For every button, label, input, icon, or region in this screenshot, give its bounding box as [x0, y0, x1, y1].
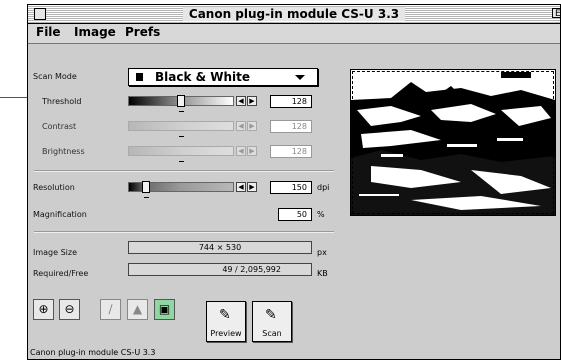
zoom-out-icon[interactable]: ⊖	[59, 299, 80, 320]
resolution-slider[interactable]	[128, 181, 234, 193]
preview-button-label: Preview	[210, 329, 242, 338]
image-size-value: 744 × 530	[128, 241, 312, 254]
contrast-label: Contrast	[42, 122, 77, 131]
required-free-value: 49 / 2,095,992	[128, 263, 312, 276]
scan-button-label: Scan	[262, 329, 282, 338]
brightness-decrease-button[interactable]: ◀	[236, 146, 246, 156]
zoom-in-icon[interactable]: ⊕	[33, 299, 54, 320]
scan-mode-popup[interactable]: Black & White	[128, 68, 318, 86]
resolution-arrows: ◀ ▶	[236, 182, 258, 192]
threshold-field[interactable]: 128	[270, 95, 312, 108]
magnification-label: Magnification	[33, 210, 87, 219]
resolution-label: Resolution	[33, 183, 75, 192]
resolution-field[interactable]: 150	[270, 181, 312, 194]
brightness-field[interactable]: 128	[270, 145, 312, 158]
resolution-decrease-button[interactable]: ◀	[236, 182, 246, 192]
threshold-decrease-button[interactable]: ◀	[236, 96, 246, 106]
preview-icon: ✎	[219, 307, 231, 323]
threshold-slider[interactable]	[128, 95, 234, 107]
callout-line	[0, 97, 29, 98]
contrast-arrows: ◀ ▶	[236, 121, 258, 131]
bw-swatch-white	[142, 73, 149, 81]
magnification-field[interactable]: 50	[278, 208, 312, 221]
plugin-window: Canon plug-in module CS-U 3.3 E File Ima…	[27, 4, 561, 360]
resolution-increase-button[interactable]: ▶	[247, 182, 257, 192]
separator	[34, 231, 334, 233]
scan-mode-value: Black & White	[155, 70, 251, 84]
image-icon[interactable]: ▣	[154, 299, 175, 320]
zoom-box[interactable]: E	[552, 8, 560, 19]
resolution-thumb[interactable]	[142, 181, 150, 193]
title-bar[interactable]: Canon plug-in module CS-U 3.3 E	[28, 5, 560, 24]
scan-icon: ✎	[265, 307, 277, 323]
contrast-tick	[179, 136, 184, 137]
brightness-arrows: ◀ ▶	[236, 146, 258, 156]
scan-mode-label: Scan Mode	[33, 72, 77, 81]
pencil-icon[interactable]: ∕	[100, 299, 121, 320]
resolution-tick	[144, 197, 149, 198]
contrast-slider[interactable]	[128, 121, 234, 131]
threshold-tick	[179, 111, 184, 112]
preview-bw-image	[351, 70, 555, 215]
resolution-unit: dpi	[317, 183, 330, 192]
threshold-thumb[interactable]	[177, 95, 185, 107]
window-title: Canon plug-in module CS-U 3.3	[28, 6, 560, 22]
contrast-field[interactable]: 128	[270, 120, 312, 133]
menu-prefs[interactable]: Prefs	[125, 25, 160, 39]
preview-image[interactable]	[350, 69, 556, 216]
preview-button[interactable]: ✎ Preview	[206, 301, 246, 342]
contrast-increase-button[interactable]: ▶	[247, 121, 257, 131]
chevron-down-icon	[295, 75, 305, 80]
required-free-unit: KB	[317, 269, 328, 278]
separator	[34, 170, 334, 172]
brightness-slider[interactable]	[128, 146, 234, 156]
menu-bar: File Image Prefs	[28, 24, 560, 44]
brightness-tick	[179, 161, 184, 162]
threshold-increase-button[interactable]: ▶	[247, 96, 257, 106]
contrast-decrease-button[interactable]: ◀	[236, 121, 246, 131]
scan-button[interactable]: ✎ Scan	[252, 301, 292, 342]
threshold-label: Threshold	[42, 97, 82, 106]
brightness-label: Brightness	[42, 147, 85, 156]
menu-image[interactable]: Image	[74, 25, 116, 39]
menu-file[interactable]: File	[36, 25, 61, 39]
brightness-increase-button[interactable]: ▶	[247, 146, 257, 156]
status-text: Canon plug-in module CS-U 3.3	[30, 348, 156, 357]
image-size-unit: px	[317, 248, 327, 257]
threshold-arrows: ◀ ▶	[236, 96, 258, 106]
histogram-icon[interactable]: ▲	[127, 299, 148, 320]
required-free-label: Required/Free	[33, 269, 89, 278]
magnification-unit: %	[317, 210, 325, 219]
image-size-label: Image Size	[33, 248, 78, 257]
